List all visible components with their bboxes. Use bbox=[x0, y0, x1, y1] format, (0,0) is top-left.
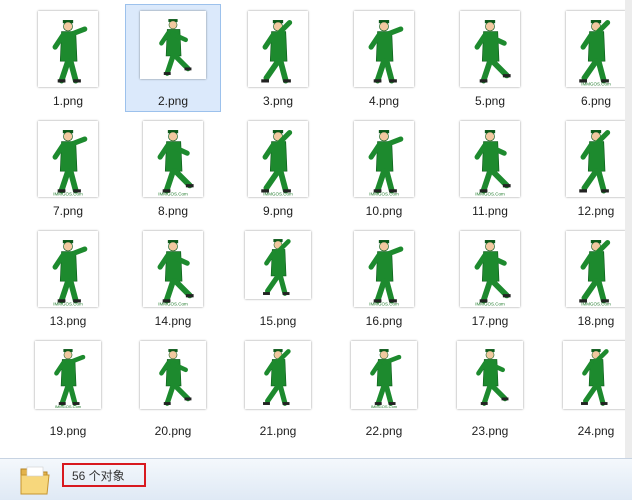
file-name-label: 24.png bbox=[577, 424, 615, 438]
thumb-caption: IMMGOS.Com bbox=[158, 192, 188, 197]
file-item[interactable]: 24.png bbox=[548, 334, 632, 442]
file-name-label: 14.png bbox=[154, 314, 192, 328]
file-item[interactable]: IMMGOS.Com 7.png bbox=[20, 114, 116, 222]
image-thumbnail[interactable]: IMMGOS.Com bbox=[351, 341, 417, 409]
thumb-caption: IMMGOS.Com bbox=[369, 192, 399, 197]
image-thumbnail[interactable]: IMMGOS.Com bbox=[38, 121, 98, 197]
image-thumbnail[interactable]: IMMGOS.Com bbox=[460, 231, 520, 307]
file-name-label: 2.png bbox=[157, 94, 189, 108]
image-thumbnail[interactable] bbox=[248, 11, 308, 87]
thumb-caption: IMMGOS.Com bbox=[581, 82, 611, 87]
file-item[interactable]: 5.png bbox=[442, 4, 538, 112]
image-thumbnail[interactable] bbox=[140, 11, 206, 79]
file-item[interactable]: IMMGOS.Com 6.png bbox=[548, 4, 632, 112]
thumb-caption: IMMGOS.Com bbox=[158, 302, 188, 307]
image-thumbnail[interactable] bbox=[354, 11, 414, 87]
file-item[interactable]: IMMGOS.Com 10.png bbox=[336, 114, 432, 222]
file-item[interactable]: 2.png bbox=[125, 4, 221, 112]
thumb-caption: IMMGOS.Com bbox=[369, 302, 399, 307]
file-name-label: 11.png bbox=[472, 204, 508, 218]
file-name-label: 9.png bbox=[262, 204, 294, 218]
file-item[interactable]: 1.png bbox=[20, 4, 116, 112]
image-thumbnail[interactable] bbox=[563, 341, 629, 409]
file-name-label: 21.png bbox=[259, 424, 297, 438]
file-name-label: 18.png bbox=[577, 314, 615, 328]
file-name-label: 13.png bbox=[49, 314, 87, 328]
image-thumbnail[interactable] bbox=[140, 341, 206, 409]
file-item[interactable]: IMMGOS.Com 22.png bbox=[336, 334, 432, 442]
file-name-label: 6.png bbox=[580, 94, 612, 108]
file-name-label: 7.png bbox=[52, 204, 84, 218]
thumb-caption: IMMGOS.Com bbox=[53, 192, 83, 197]
file-item[interactable]: 21.png bbox=[230, 334, 326, 442]
image-thumbnail[interactable] bbox=[460, 11, 520, 87]
item-count-highlight: 56 个对象 bbox=[62, 463, 146, 487]
thumb-caption: IMMGOS.Com bbox=[53, 302, 83, 307]
image-thumbnail[interactable]: IMMGOS.Com bbox=[38, 231, 98, 307]
scrollbar[interactable] bbox=[625, 0, 632, 458]
file-name-label: 22.png bbox=[365, 424, 403, 438]
image-thumbnail[interactable]: IMMGOS.Com bbox=[35, 341, 101, 409]
image-thumbnail[interactable]: IMMGOS.Com bbox=[354, 121, 414, 197]
thumb-caption: IMMGOS.Com bbox=[581, 302, 611, 307]
file-name-label: 4.png bbox=[368, 94, 400, 108]
file-item[interactable]: IMMGOS.Com 18.png bbox=[548, 224, 632, 332]
image-thumbnail[interactable] bbox=[566, 121, 626, 197]
image-thumbnail[interactable] bbox=[245, 231, 311, 299]
file-item[interactable]: 3.png bbox=[230, 4, 326, 112]
image-thumbnail[interactable]: IMMGOS.Com bbox=[566, 231, 626, 307]
image-thumbnail[interactable]: IMMGOS.Com bbox=[248, 121, 308, 197]
file-name-label: 8.png bbox=[157, 204, 189, 218]
thumb-caption: IMMGOS.Com bbox=[475, 302, 505, 307]
thumb-caption: IMMGOS.Com bbox=[371, 404, 398, 409]
file-item[interactable]: IMMGOS.Com 13.png bbox=[20, 224, 116, 332]
file-list-pane: 1.png 2.png 3.png 4.png 5.png IMMGOS.Com… bbox=[0, 0, 632, 458]
file-name-label: 20.png bbox=[154, 424, 192, 438]
file-item[interactable]: IMMGOS.Com 8.png bbox=[125, 114, 221, 222]
file-item[interactable]: 23.png bbox=[442, 334, 538, 442]
thumb-caption: IMMGOS.Com bbox=[55, 404, 82, 409]
file-name-label: 19.png bbox=[49, 424, 87, 438]
details-pane: 56 个对象 bbox=[0, 458, 632, 500]
file-item[interactable]: IMMGOS.Com 14.png bbox=[125, 224, 221, 332]
file-item[interactable]: 4.png bbox=[336, 4, 432, 112]
file-item[interactable]: IMMGOS.Com 19.png bbox=[20, 334, 116, 442]
item-count-text: 56 个对象 bbox=[72, 469, 125, 483]
file-item[interactable]: IMMGOS.Com 17.png bbox=[442, 224, 538, 332]
file-name-label: 16.png bbox=[365, 314, 403, 328]
file-name-label: 12.png bbox=[577, 204, 615, 218]
file-item[interactable]: 12.png bbox=[548, 114, 632, 222]
file-item[interactable]: 20.png bbox=[125, 334, 221, 442]
image-thumbnail[interactable] bbox=[38, 11, 98, 87]
file-item[interactable]: IMMGOS.Com 16.png bbox=[336, 224, 432, 332]
file-name-label: 17.png bbox=[471, 314, 509, 328]
image-thumbnail[interactable] bbox=[245, 341, 311, 409]
thumb-caption: IMMGOS.Com bbox=[263, 192, 293, 197]
image-thumbnail[interactable]: IMMGOS.Com bbox=[143, 231, 203, 307]
file-item[interactable]: 15.png bbox=[230, 224, 326, 332]
image-thumbnail[interactable]: IMMGOS.Com bbox=[354, 231, 414, 307]
file-name-label: 1.png bbox=[52, 94, 84, 108]
file-name-label: 10.png bbox=[365, 204, 403, 218]
file-name-label: 3.png bbox=[262, 94, 294, 108]
image-thumbnail[interactable]: IMMGOS.Com bbox=[460, 121, 520, 197]
file-item[interactable]: IMMGOS.Com 11.png bbox=[442, 114, 538, 222]
file-name-label: 23.png bbox=[471, 424, 509, 438]
file-item[interactable]: IMMGOS.Com 9.png bbox=[230, 114, 326, 222]
image-thumbnail[interactable]: IMMGOS.Com bbox=[143, 121, 203, 197]
image-thumbnail[interactable] bbox=[457, 341, 523, 409]
file-name-label: 5.png bbox=[474, 94, 506, 108]
file-name-label: 15.png bbox=[259, 314, 297, 328]
thumb-caption: IMMGOS.Com bbox=[475, 192, 505, 197]
image-thumbnail[interactable]: IMMGOS.Com bbox=[566, 11, 626, 87]
folder-icon bbox=[20, 466, 50, 495]
